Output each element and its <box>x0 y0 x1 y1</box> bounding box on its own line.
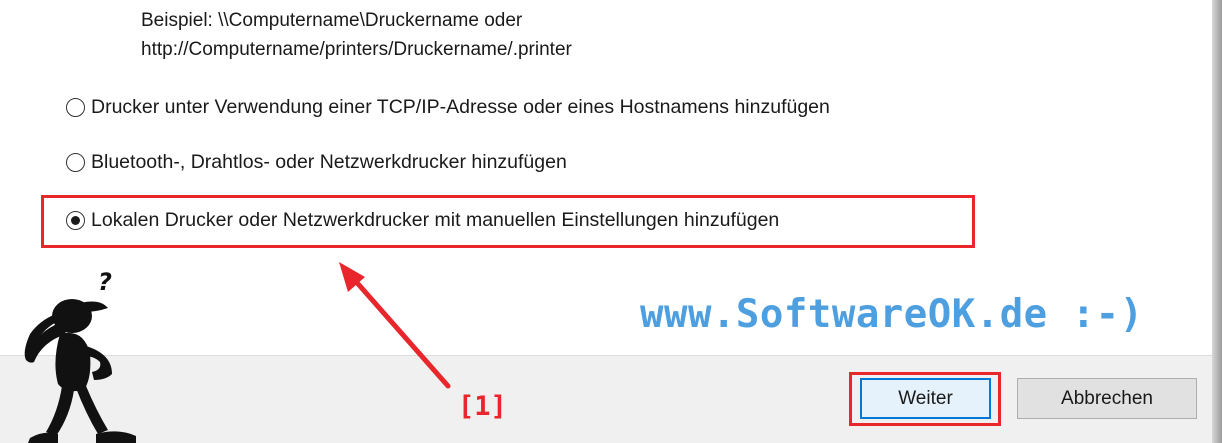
option-bluetooth[interactable]: Bluetooth-, Drahtlos- oder Netzwerkdruck… <box>66 151 567 174</box>
question-mark: ? <box>98 268 112 296</box>
next-button[interactable]: Weiter <box>860 378 991 419</box>
option-tcpip[interactable]: Drucker unter Verwendung einer TCP/IP-Ad… <box>66 96 830 119</box>
cancel-button[interactable]: Abbrechen <box>1017 378 1197 419</box>
example-line-2: http://Computername/printers/Druckername… <box>141 39 572 60</box>
path-example-text: Beispiel: \\Computername\Druckername ode… <box>141 6 572 64</box>
highlight-box <box>41 195 975 248</box>
callout-label: [1] <box>458 391 507 422</box>
radio-bluetooth[interactable] <box>66 153 85 172</box>
radio-tcpip[interactable] <box>66 98 85 117</box>
watermark: www.SoftwareOK.de :-) <box>640 292 1144 337</box>
thinking-figure-icon: ? <box>24 268 136 443</box>
window-edge <box>1212 0 1222 443</box>
option-tcpip-label: Drucker unter Verwendung einer TCP/IP-Ad… <box>91 96 830 118</box>
example-line-1: Beispiel: \\Computername\Druckername ode… <box>141 10 523 31</box>
option-bluetooth-label: Bluetooth-, Drahtlos- oder Netzwerkdruck… <box>91 151 567 173</box>
